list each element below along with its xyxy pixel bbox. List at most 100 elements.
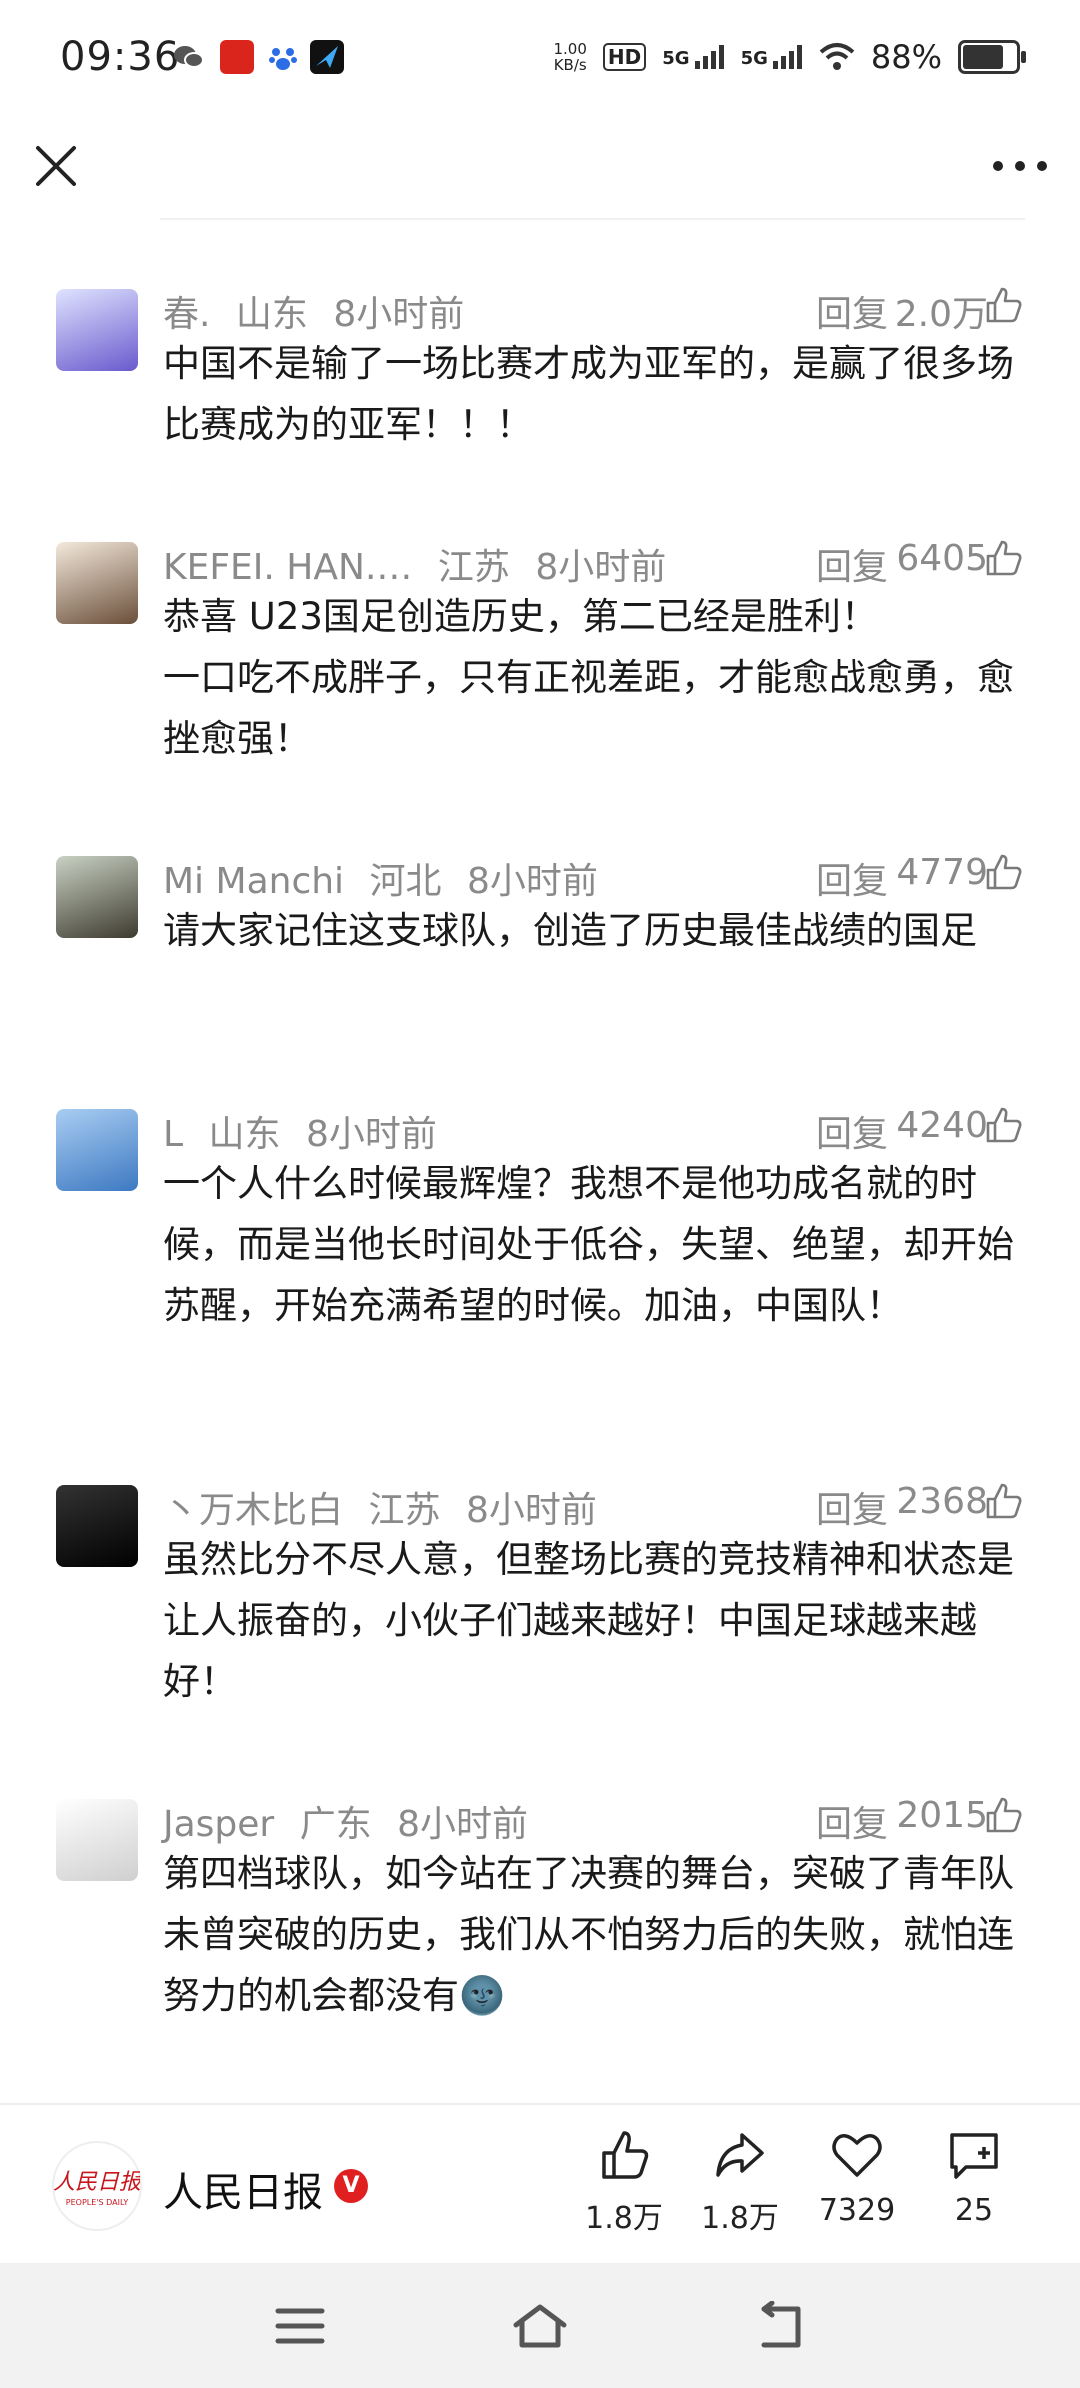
comment-like-count: 6405 (896, 538, 988, 579)
comment-meta: Mi Manchi 河北 8小时前 回复 4779 (163, 852, 1080, 902)
commenter-name[interactable]: KEFEI. HAN.… (163, 547, 412, 588)
comment-meta: KEFEI. HAN.… 江苏 8小时前 回复 6405 (163, 538, 1080, 588)
commenter-avatar[interactable] (56, 289, 138, 371)
reply-button[interactable]: 回复 (816, 538, 888, 590)
commenter-region: 江苏 (368, 1490, 441, 1531)
net-speed-unit: KB/s (553, 56, 587, 74)
comment-time: 8小时前 (466, 861, 598, 902)
wechat-icon (172, 40, 206, 74)
favorite-button[interactable]: 7329 (807, 2127, 907, 2228)
comment-text: 请大家记住这支球队，创造了历史最佳战绩的国足 (163, 909, 977, 952)
comment-like-button[interactable] (984, 1795, 1024, 1835)
comment-time: 8小时前 (333, 294, 465, 335)
comment-add-icon (950, 2133, 998, 2179)
status-right-group: 1.00 KB/s HD 5G 5G 88% (554, 38, 1026, 76)
comment-item: Jasper 广东 8小时前 回复 2015 第四档球队，如今站在了决赛的舞台，… (0, 1795, 1080, 2055)
reply-button[interactable]: 回复 (816, 1795, 888, 1847)
like-count: 1.8万 (585, 2201, 663, 2236)
comment-time: 8小时前 (397, 1804, 529, 1845)
menu-icon (275, 2308, 325, 2344)
comment-text: 虽然比分不尽人意，但整场比赛的竞技精神和状态是让人振奋的，小伙子们越来越好！中国… (163, 1538, 1014, 1703)
signal-5g-2: 5G (741, 45, 803, 69)
back-icon (761, 2300, 801, 2348)
battery-percent: 88% (870, 38, 942, 76)
commenter-name[interactable]: Jasper (163, 1804, 274, 1845)
commenter-avatar[interactable] (56, 542, 138, 624)
commenter-avatar[interactable] (56, 1485, 138, 1567)
thumbs-up-icon (986, 1797, 1022, 1833)
like-article-button[interactable]: 1.8万 (574, 2127, 674, 2237)
signal-bars-icon (772, 45, 802, 69)
comment-like-button[interactable] (984, 852, 1024, 892)
commenter-region: 江苏 (437, 547, 510, 588)
reply-button[interactable]: 回复 (816, 1481, 888, 1533)
share-button[interactable]: 1.8万 (690, 2127, 790, 2237)
publisher-name[interactable]: 人民日报 (163, 2160, 323, 2218)
comment-like-count: 2015 (896, 1795, 988, 1836)
comment-like-button[interactable] (984, 1481, 1024, 1521)
thumbs-up-icon (986, 854, 1022, 890)
commenter-region: 河北 (369, 861, 442, 902)
comment-text: 恭喜 U23国足创造历史，第二已经是胜利！ 一口吃不成胖子，只有正视差距，才能愈… (163, 595, 1014, 760)
commenter-avatar[interactable] (56, 1109, 138, 1191)
comment-like-button[interactable] (984, 285, 1024, 325)
app-dark-icon (310, 40, 344, 74)
comment-like-count: 4779 (896, 852, 988, 893)
share-count: 1.8万 (701, 2201, 779, 2236)
menu-button[interactable] (270, 2301, 330, 2351)
comment-text: 第四档球队，如今站在了决赛的舞台，突破了青年队未曾突破的历史，我们从不怕努力后的… (163, 1852, 1014, 2017)
comment-like-count: 2.0万 (894, 294, 988, 335)
comment-item: L 山东 8小时前 回复 4240 一个人什么时候最辉煌？我想不是他功成名就的时… (0, 1105, 1080, 1365)
signal-5g-1-label: 5G (662, 48, 690, 69)
thumbs-up-icon (986, 287, 1022, 323)
reply-button[interactable]: 回复 (816, 1105, 888, 1157)
signal-5g-2-label: 5G (740, 48, 768, 69)
commenter-region: 山东 (235, 294, 308, 335)
thumbs-up-icon (602, 2131, 649, 2179)
hd-icon: HD (602, 43, 647, 71)
commenter-name[interactable]: 春. (163, 294, 210, 335)
comment-meta: L 山东 8小时前 回复 4240 (163, 1105, 1080, 1155)
bottom-action-bar: 人民日报 PEOPLE'S DAILY 人民日报 V 1.8万 1.8万 7329… (0, 2103, 1080, 2265)
commenter-avatar[interactable] (56, 856, 138, 938)
reply-button[interactable]: 回复 (816, 852, 888, 904)
close-icon (36, 146, 76, 186)
thumbs-up-icon (986, 1483, 1022, 1519)
comment-like-button[interactable] (984, 538, 1024, 578)
comment-item: 春. 山东 8小时前 回复 2.0万 中国不是输了一场比赛才成为亚军的，是赢了很… (0, 285, 1080, 545)
battery-fill (963, 45, 1003, 69)
share-icon (716, 2133, 764, 2177)
thumbs-up-icon (986, 540, 1022, 576)
comment-text: 中国不是输了一场比赛才成为亚军的，是赢了很多场比赛成为的亚军！！！ (163, 342, 1014, 446)
home-button[interactable] (510, 2301, 570, 2351)
heart-icon (832, 2134, 882, 2177)
comment-item: 丶万木比白 江苏 8小时前 回复 2368 虽然比分不尽人意，但整场比赛的竞技精… (0, 1481, 1080, 1741)
comment-button[interactable]: 25 (924, 2127, 1024, 2228)
net-speed: 1.00 KB/s (554, 41, 587, 73)
status-bar: 09:36 1.00 KB/s HD 5G 5G 88% (0, 0, 1080, 118)
commenter-name[interactable]: L (163, 1114, 183, 1155)
commenter-name[interactable]: Mi Manchi (163, 861, 344, 902)
comment-meta: 丶万木比白 江苏 8小时前 回复 2368 (163, 1481, 1080, 1531)
commenter-region: 广东 (299, 1804, 372, 1845)
status-time: 09:36 (60, 34, 181, 80)
commenter-region: 山东 (208, 1114, 281, 1155)
publisher-avatar[interactable]: 人民日报 PEOPLE'S DAILY (52, 2141, 144, 2231)
close-button[interactable] (28, 138, 84, 194)
more-options-button[interactable] (988, 138, 1052, 194)
app-red-icon (220, 40, 254, 74)
comment-count: 25 (954, 2193, 994, 2228)
comment-time: 8小时前 (465, 1490, 597, 1531)
comment-like-button[interactable] (984, 1105, 1024, 1145)
comment-text: 一个人什么时候最辉煌？我想不是他功成名就的时候，而是当他长时间处于低谷，失望、绝… (163, 1162, 1014, 1327)
commenter-avatar[interactable] (56, 1799, 138, 1881)
back-button[interactable] (750, 2300, 810, 2351)
comment-like-count: 2368 (896, 1481, 988, 1522)
comment-meta: 春. 山东 8小时前 回复 2.0万 (163, 285, 1080, 335)
signal-bars-icon (694, 45, 724, 69)
verified-badge: V (334, 2169, 368, 2203)
more-dots-icon (993, 161, 1047, 171)
commenter-name[interactable]: 丶万木比白 (163, 1490, 343, 1531)
reply-button[interactable]: 回复 (816, 285, 888, 337)
signal-5g-1: 5G (662, 45, 724, 69)
